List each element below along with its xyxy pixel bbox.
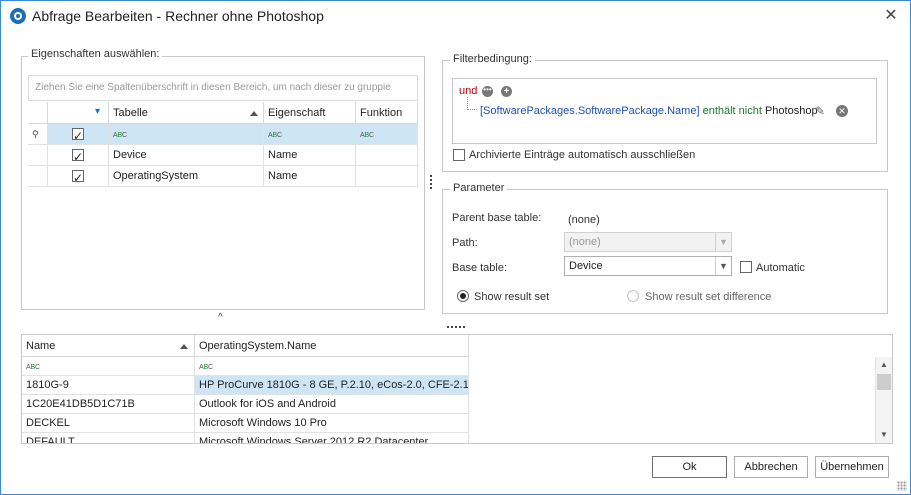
automatic-checkbox[interactable] bbox=[740, 261, 752, 273]
base-table-combo[interactable]: Device ▼ bbox=[564, 256, 732, 276]
path-combo-value: (none) bbox=[569, 236, 601, 248]
condition-operator[interactable]: enthält nicht bbox=[703, 105, 762, 117]
remove-condition-icon[interactable]: ✕ bbox=[836, 105, 848, 117]
condition-value[interactable]: Photoshop bbox=[765, 105, 818, 117]
edit-pencil-icon[interactable]: ✎ bbox=[815, 105, 827, 117]
table-row-checkbox-cell[interactable] bbox=[48, 145, 109, 166]
text-filter-icon: ABC bbox=[113, 132, 127, 139]
column-header-os-name[interactable]: OperatingSystem.Name bbox=[195, 335, 469, 357]
base-table-combo-value: Device bbox=[569, 260, 603, 272]
properties-group-title: Eigenschaften auswählen: bbox=[28, 48, 163, 60]
filter-cell-name[interactable]: ABC bbox=[22, 357, 195, 376]
app-logo-icon bbox=[10, 8, 26, 24]
show-result-set-radio[interactable] bbox=[457, 290, 469, 302]
row-indicator bbox=[28, 145, 48, 166]
condition-field[interactable]: [SoftwarePackages.SoftwarePackage.Name] bbox=[480, 105, 700, 117]
column-header-tabelle[interactable]: Tabelle bbox=[109, 102, 264, 124]
row-checkbox[interactable] bbox=[72, 168, 84, 186]
path-combo: (none) ▼ bbox=[564, 232, 732, 252]
apply-button[interactable]: Übernehmen bbox=[815, 456, 889, 478]
add-condition-icon[interactable]: + bbox=[501, 86, 512, 97]
scrollbar-thumb[interactable] bbox=[877, 374, 891, 390]
filter-cell-eigenschaft[interactable]: ABC bbox=[264, 124, 356, 145]
grid-header-indicator bbox=[28, 102, 48, 124]
sort-ascending-icon bbox=[180, 344, 188, 349]
cell-eigenschaft[interactable]: Name bbox=[264, 166, 356, 187]
text-filter-icon: ABC bbox=[360, 132, 374, 139]
path-label: Path: bbox=[452, 237, 478, 249]
ok-button[interactable]: Ok bbox=[652, 456, 727, 478]
table-row-name[interactable]: DECKEL bbox=[22, 414, 195, 433]
column-header-eigenschaft[interactable]: Eigenschaft bbox=[264, 102, 356, 124]
horizontal-splitter-handle[interactable] bbox=[447, 326, 465, 329]
tree-connector bbox=[467, 97, 477, 110]
more-options-icon[interactable]: ••• bbox=[482, 86, 493, 97]
show-result-set-label[interactable]: Show result set bbox=[474, 291, 549, 303]
chevron-down-icon[interactable]: ▼ bbox=[715, 257, 731, 275]
table-row-checkbox-cell[interactable] bbox=[48, 166, 109, 187]
title-bar: Abfrage Bearbeiten - Rechner ohne Photos… bbox=[1, 1, 910, 31]
table-row-name[interactable]: 1C20E41DB5D1C71B bbox=[22, 395, 195, 414]
scroll-down-icon[interactable]: ▼ bbox=[876, 427, 892, 443]
group-by-hint[interactable]: Ziehen Sie eine Spaltenüberschrift in di… bbox=[28, 75, 418, 101]
row-indicator: ⚲ bbox=[28, 124, 48, 145]
cell-eigenschaft[interactable]: Name bbox=[264, 145, 356, 166]
filter-cell-tabelle[interactable]: ABC bbox=[109, 124, 264, 145]
sort-ascending-icon bbox=[250, 111, 258, 116]
dialog-window: Abfrage Bearbeiten - Rechner ohne Photos… bbox=[0, 0, 911, 495]
table-row-os-name[interactable]: HP ProCurve 1810G - 8 GE, P.2.10, eCos-2… bbox=[195, 376, 469, 395]
grid-header-check[interactable]: ▾ bbox=[48, 102, 109, 124]
cell-funktion[interactable] bbox=[356, 145, 418, 166]
automatic-label: Automatic bbox=[756, 262, 805, 274]
window-title: Abfrage Bearbeiten - Rechner ohne Photos… bbox=[32, 8, 324, 24]
cell-tabelle[interactable]: Device bbox=[109, 145, 264, 166]
row-checkbox[interactable] bbox=[72, 147, 84, 165]
column-header-name[interactable]: Name bbox=[22, 335, 195, 357]
exclude-archived-label: Archivierte Einträge automatisch ausschl… bbox=[469, 149, 696, 161]
table-row-os-name[interactable]: Microsoft Windows 10 Pro bbox=[195, 414, 469, 433]
table-row-name[interactable]: DEFAULT bbox=[22, 433, 195, 443]
column-header-tabelle-label: Tabelle bbox=[113, 107, 148, 119]
cancel-button[interactable]: Abbrechen bbox=[734, 456, 808, 478]
cell-tabelle[interactable]: OperatingSystem bbox=[109, 166, 264, 187]
table-row-os-name[interactable]: Outlook for iOS and Android bbox=[195, 395, 469, 414]
vertical-splitter-handle[interactable] bbox=[430, 175, 433, 189]
filter-cell-funktion[interactable]: ABC bbox=[356, 124, 418, 145]
vertical-scrollbar[interactable]: ▲ ▼ bbox=[875, 357, 892, 443]
column-header-name-label: Name bbox=[26, 340, 56, 352]
parameter-group-title: Parameter bbox=[450, 182, 508, 194]
row-indicator bbox=[28, 166, 48, 187]
logical-operator[interactable]: und bbox=[459, 85, 477, 97]
table-row-checkbox-cell[interactable] bbox=[48, 124, 109, 145]
show-result-set-difference-radio bbox=[627, 290, 639, 302]
parent-base-table-label: Parent base table: bbox=[452, 212, 542, 224]
filter-icon[interactable]: ▾ bbox=[95, 101, 100, 123]
result-grid[interactable]: Name OperatingSystem.Name ABC ABC 1810G-… bbox=[21, 334, 893, 444]
text-filter-icon: ABC bbox=[268, 132, 282, 139]
cell-funktion[interactable] bbox=[356, 166, 418, 187]
close-button[interactable]: ✕ bbox=[882, 7, 900, 25]
column-header-funktion[interactable]: Funktion bbox=[356, 102, 418, 124]
row-checkbox[interactable] bbox=[72, 126, 84, 144]
pin-icon: ⚲ bbox=[32, 129, 39, 139]
filter-group-title: Filterbedingung: bbox=[450, 53, 535, 65]
collapse-up-icon[interactable]: ^ bbox=[218, 312, 223, 323]
filter-cell-os-name[interactable]: ABC bbox=[195, 357, 469, 376]
filter-condition[interactable]: [SoftwarePackages.SoftwarePackage.Name] … bbox=[480, 105, 818, 117]
filter-editor[interactable]: und ••• + [SoftwarePackages.SoftwarePack… bbox=[452, 78, 877, 144]
exclude-archived-checkbox[interactable] bbox=[453, 149, 465, 161]
scroll-up-icon[interactable]: ▲ bbox=[876, 357, 892, 373]
table-row-name[interactable]: 1810G-9 bbox=[22, 376, 195, 395]
base-table-label: Base table: bbox=[452, 262, 508, 274]
text-filter-icon: ABC bbox=[26, 364, 40, 371]
show-result-set-difference-label: Show result set difference bbox=[645, 291, 772, 303]
text-filter-icon: ABC bbox=[199, 364, 213, 371]
chevron-down-icon: ▼ bbox=[715, 233, 731, 251]
resize-grip-icon[interactable] bbox=[897, 481, 907, 491]
table-row-os-name[interactable]: Microsoft Windows Server 2012 R2 Datacen… bbox=[195, 433, 469, 443]
parent-base-table-value: (none) bbox=[568, 214, 600, 226]
